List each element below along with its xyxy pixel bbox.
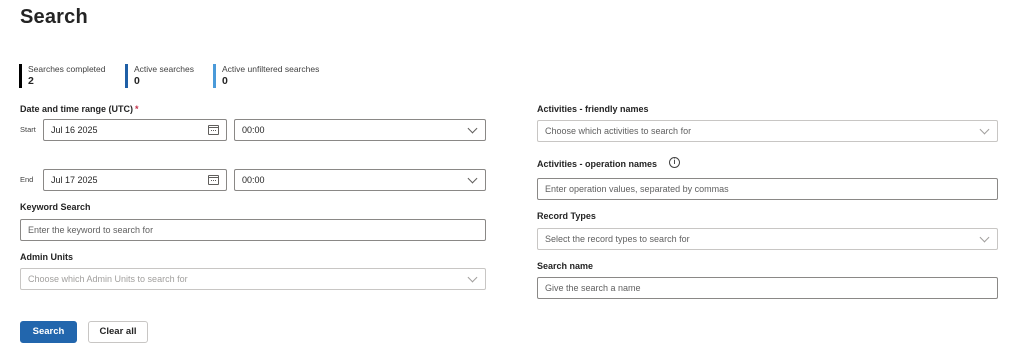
stat-value: 0	[134, 75, 140, 87]
search-name-label: Search name	[537, 261, 594, 271]
keyword-search-input[interactable]: Enter the keyword to search for	[20, 219, 486, 241]
activities-friendly-placeholder: Choose which activities to search for	[545, 126, 692, 136]
stat-active-searches: Active searches 0	[125, 64, 194, 88]
calendar-icon[interactable]	[208, 175, 219, 185]
start-time-value: 00:00	[242, 125, 265, 135]
stat-searches-completed: Searches completed 2	[19, 64, 106, 88]
start-label: Start	[20, 125, 36, 134]
record-types-placeholder: Select the record types to search for	[545, 234, 690, 244]
record-types-dropdown[interactable]: Select the record types to search for	[537, 228, 998, 250]
stat-label: Active searches	[134, 64, 194, 74]
activities-friendly-dropdown[interactable]: Choose which activities to search for	[537, 120, 998, 142]
search-name-placeholder: Give the search a name	[545, 283, 641, 293]
stat-active-unfiltered-searches: Active unfiltered searches 0	[213, 64, 319, 88]
date-range-label: Date and time range (UTC) *	[20, 104, 139, 114]
record-types-label: Record Types	[537, 211, 596, 221]
end-date-value: Jul 17 2025	[51, 175, 98, 185]
info-icon[interactable]: i	[669, 157, 680, 168]
search-name-input[interactable]: Give the search a name	[537, 277, 998, 299]
chevron-down-icon	[979, 124, 990, 135]
page-title: Search	[20, 6, 88, 28]
required-mark: *	[135, 104, 139, 114]
end-date-picker[interactable]: Jul 17 2025	[43, 169, 227, 191]
calendar-icon[interactable]	[208, 125, 219, 135]
activities-friendly-label: Activities - friendly names	[537, 104, 649, 114]
stat-label: Active unfiltered searches	[222, 64, 320, 74]
admin-units-placeholder: Choose which Admin Units to search for	[28, 274, 188, 284]
stat-label: Searches completed	[28, 64, 106, 74]
end-time-dropdown[interactable]: 00:00	[234, 169, 486, 191]
chevron-down-icon	[979, 232, 990, 243]
keyword-search-label: Keyword Search	[20, 202, 91, 212]
start-date-picker[interactable]: Jul 16 2025	[43, 119, 227, 141]
clear-all-button[interactable]: Clear all	[88, 321, 148, 343]
date-range-label-text: Date and time range (UTC)	[20, 104, 134, 114]
admin-units-dropdown[interactable]: Choose which Admin Units to search for	[20, 268, 486, 290]
chevron-down-icon	[467, 173, 478, 184]
stat-value: 2	[28, 75, 34, 87]
activities-operation-placeholder: Enter operation values, separated by com…	[545, 184, 729, 194]
activities-operation-label: Activities - operation names	[537, 159, 658, 169]
start-time-dropdown[interactable]: 00:00	[234, 119, 486, 141]
end-label: End	[20, 175, 34, 184]
admin-units-label: Admin Units	[20, 252, 73, 262]
chevron-down-icon	[467, 272, 478, 283]
start-date-value: Jul 16 2025	[51, 125, 98, 135]
stat-value: 0	[222, 75, 228, 87]
end-time-value: 00:00	[242, 175, 265, 185]
activities-operation-input[interactable]: Enter operation values, separated by com…	[537, 178, 998, 200]
keyword-search-placeholder: Enter the keyword to search for	[28, 225, 154, 235]
chevron-down-icon	[467, 123, 478, 134]
search-button[interactable]: Search	[20, 321, 77, 343]
